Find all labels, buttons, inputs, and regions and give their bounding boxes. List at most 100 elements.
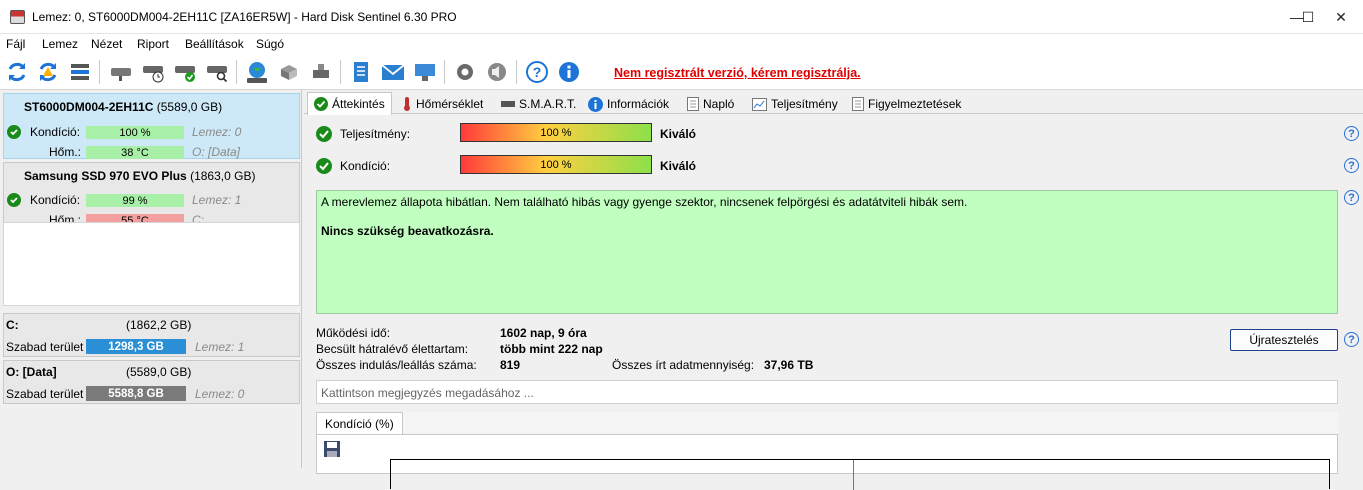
help-button[interactable]: ? xyxy=(523,58,551,86)
network-upload-icon xyxy=(415,64,435,81)
window-title: Lemez: 0, ST6000DM004-2EH11C [ZA16ER5W] … xyxy=(32,10,457,24)
globe-button[interactable] xyxy=(243,58,271,86)
menu-bar: Fájl Lemez Nézet Riport Beállítások Súgó xyxy=(0,34,1363,54)
disk-search-button[interactable] xyxy=(203,58,231,86)
info-icon xyxy=(559,62,579,82)
disk-list-icon xyxy=(71,64,89,80)
tab-temperature[interactable]: Hőmérséklet xyxy=(396,94,489,114)
network-disk-icon xyxy=(281,65,297,80)
temperature-bar: 38 °C xyxy=(86,146,184,159)
volume-size: (5589,0 GB) xyxy=(126,365,192,379)
startstop-label: Összes indulás/leállás száma: xyxy=(316,358,477,372)
disk-number-label: Lemez: 0 xyxy=(192,125,242,139)
menu-file[interactable]: Fájl xyxy=(6,37,25,51)
performance-bar: 100 % xyxy=(460,123,652,142)
disk-item-0[interactable]: ST6000DM004-2EH11C (5589,0 GB) Kondíció:… xyxy=(3,93,300,159)
title-bar: Lemez: 0, ST6000DM004-2EH11C [ZA16ER5W] … xyxy=(0,0,1363,34)
tab-alerts[interactable]: Figyelmeztetések xyxy=(846,94,967,114)
free-space-bar: 5588,8 GB xyxy=(86,386,186,401)
mail-button[interactable] xyxy=(379,58,407,86)
mail-icon xyxy=(381,64,405,80)
tab-info[interactable]: Információk xyxy=(582,94,675,114)
startstop-value: 819 xyxy=(500,358,521,372)
volume-name: C: xyxy=(6,318,19,332)
maximize-icon: ☐ xyxy=(1301,8,1315,25)
network-disk-2-button[interactable] xyxy=(307,58,335,86)
help-icon: ? xyxy=(526,61,548,83)
volume-name: O: [Data] xyxy=(6,365,57,379)
menu-help[interactable]: Súgó xyxy=(256,37,284,51)
disk-check-icon xyxy=(175,66,195,82)
globe-icon xyxy=(247,62,267,83)
disk-icon xyxy=(111,68,131,81)
chart-body xyxy=(316,434,1338,490)
network-upload-button[interactable] xyxy=(411,58,439,86)
ok-check-icon xyxy=(314,97,328,111)
note-input[interactable]: Kattintson megjegyzés megadásához ... xyxy=(316,380,1338,404)
ok-check-icon xyxy=(316,126,332,142)
written-value: 37,96 TB xyxy=(764,358,814,372)
tab-log[interactable]: Napló xyxy=(681,94,740,114)
performance-rating: Kiváló xyxy=(660,127,697,141)
save-icon[interactable] xyxy=(323,440,341,458)
disk-schedule-button[interactable] xyxy=(139,58,167,86)
disk-title: ST6000DM004-2EH11C (5589,0 GB) xyxy=(24,100,222,114)
ok-check-icon xyxy=(7,193,21,207)
report-icon xyxy=(354,62,368,82)
uptime-value: 1602 nap, 9 óra xyxy=(500,326,587,340)
document-icon xyxy=(687,97,699,111)
chart-tab-condition[interactable]: Kondíció (%) xyxy=(316,412,403,434)
info-button[interactable] xyxy=(555,58,583,86)
condition-bar: 99 % xyxy=(86,194,184,207)
help-icon[interactable]: ? xyxy=(1344,190,1359,205)
volume-item-c[interactable]: C: (1862,2 GB) Szabad terület 1298,3 GB … xyxy=(3,313,300,357)
registration-link[interactable]: Nem regisztrált verzió, kérem regisztrál… xyxy=(614,66,861,80)
settings-icon xyxy=(457,64,473,80)
thermometer-icon xyxy=(404,97,410,111)
refresh-warning-icon xyxy=(39,62,57,82)
info-icon xyxy=(588,96,603,112)
free-space-label: Szabad terület xyxy=(6,340,84,354)
lifetime-label: Becsült hátralévő élettartam: xyxy=(316,342,469,356)
tab-smart[interactable]: S.M.A.R.T. xyxy=(495,94,582,114)
retest-button[interactable]: Újratesztelés xyxy=(1230,329,1338,351)
help-icon[interactable]: ? xyxy=(1344,158,1359,173)
refresh-warning-button[interactable] xyxy=(34,58,62,86)
disk-check-button[interactable] xyxy=(171,58,199,86)
settings-button[interactable] xyxy=(451,58,479,86)
menu-report[interactable]: Riport xyxy=(137,37,169,51)
disk-item-1[interactable]: Samsung SSD 970 EVO Plus (1863,0 GB) Kon… xyxy=(3,162,300,227)
menu-settings[interactable]: Beállítások xyxy=(185,37,244,51)
written-label: Összes írt adatmennyiség: xyxy=(612,358,755,372)
ok-check-icon xyxy=(316,158,332,174)
help-icon[interactable]: ? xyxy=(1344,332,1359,347)
volume-item-o[interactable]: O: [Data] (5589,0 GB) Szabad terület 558… xyxy=(3,360,300,404)
ok-check-icon xyxy=(7,125,21,139)
tab-performance[interactable]: Teljesítmény xyxy=(746,94,844,114)
close-icon: ✕ xyxy=(1335,8,1347,25)
tab-label: Napló xyxy=(703,97,735,111)
condition-label: Kondíció: xyxy=(30,125,81,139)
condition-label: Kondíció: xyxy=(340,159,391,173)
disk-clock-icon xyxy=(143,66,164,83)
tab-overview[interactable]: Áttekintés xyxy=(307,92,392,115)
menu-disk[interactable]: Lemez xyxy=(42,37,78,51)
chart-icon xyxy=(752,97,767,111)
sound-button[interactable] xyxy=(483,58,511,86)
network-disk-button[interactable] xyxy=(275,58,303,86)
condition-chart-area: Kondíció (%) xyxy=(316,412,1338,490)
tab-label: Áttekintés xyxy=(332,97,385,111)
menu-view[interactable]: Nézet xyxy=(91,37,122,51)
disk-list-button[interactable] xyxy=(66,58,94,86)
chart-divider xyxy=(853,460,854,490)
tab-label: Információk xyxy=(607,97,670,111)
toolbar-separator xyxy=(340,60,341,84)
refresh-button[interactable] xyxy=(3,58,31,86)
help-icon[interactable]: ? xyxy=(1344,126,1359,141)
disk-button[interactable] xyxy=(107,58,135,86)
report-button[interactable] xyxy=(347,58,375,86)
volume-label: O: [Data] xyxy=(192,145,241,159)
uptime-label: Működési idő: xyxy=(316,326,391,340)
close-button[interactable]: ✕ xyxy=(1319,4,1363,30)
refresh-icon xyxy=(8,62,26,82)
